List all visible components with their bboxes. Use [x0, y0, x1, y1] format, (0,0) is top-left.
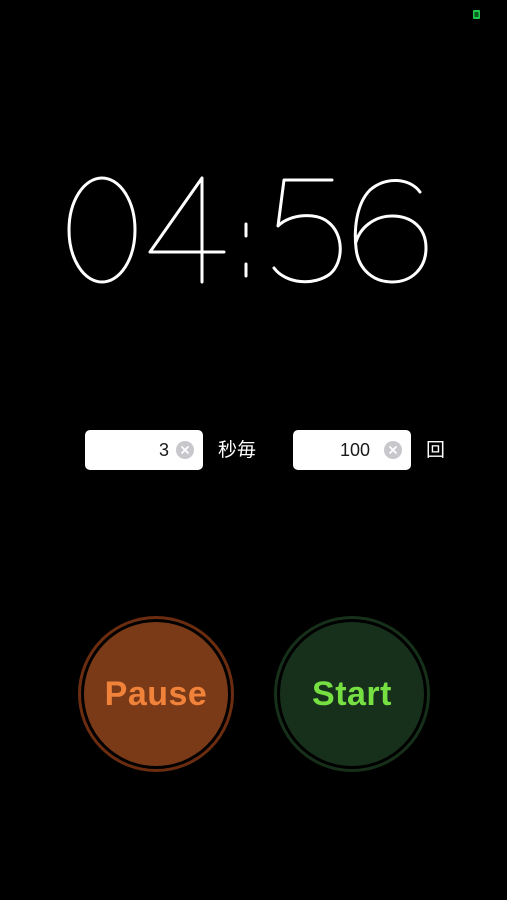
clear-icon — [181, 446, 189, 454]
timer-digit-3 — [353, 179, 427, 284]
count-clear-button[interactable] — [384, 441, 402, 459]
timer-display: 04:56 — [0, 150, 507, 310]
clear-icon — [389, 446, 397, 454]
interval-input[interactable] — [85, 430, 169, 470]
timer-digit-1 — [148, 176, 225, 284]
status-indicator-icon — [472, 8, 482, 20]
timer-digit-0 — [67, 176, 136, 284]
interval-field[interactable] — [85, 430, 203, 470]
interval-unit-label: 秒毎 — [218, 439, 257, 461]
pause-button[interactable]: Pause — [78, 616, 234, 772]
count-field[interactable] — [293, 430, 411, 470]
timer-digits — [67, 176, 427, 284]
timer-digit-2 — [272, 178, 342, 284]
count-unit-label: 回 — [426, 439, 446, 461]
count-input[interactable] — [293, 430, 370, 470]
pause-button-label: Pause — [104, 674, 208, 713]
interval-clear-button[interactable] — [176, 441, 194, 459]
start-button[interactable]: Start — [274, 616, 430, 772]
start-button-label: Start — [312, 674, 392, 713]
